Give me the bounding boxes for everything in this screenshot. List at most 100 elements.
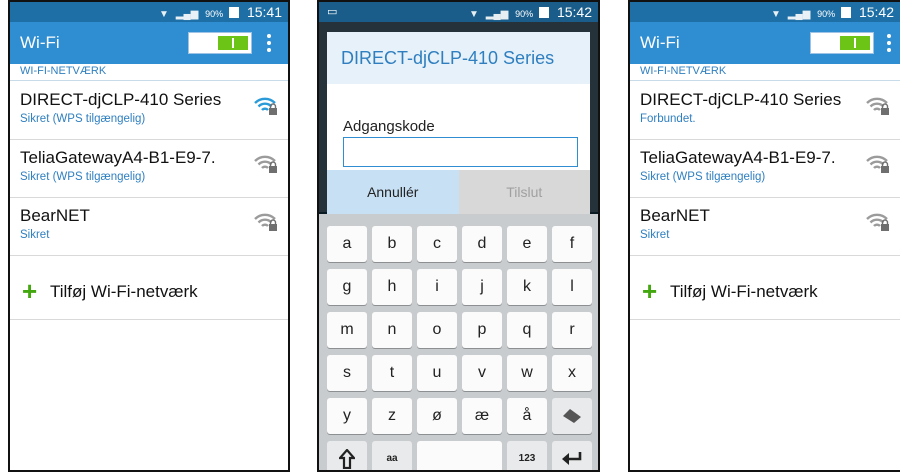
network-name: DIRECT-djCLP-410 Series [640, 90, 842, 109]
wifi-lock-icon [866, 212, 890, 237]
wifi-lock-icon [254, 212, 278, 237]
wifi-toggle[interactable] [188, 32, 252, 54]
key-p[interactable]: p [462, 312, 502, 348]
network-row[interactable]: TeliaGatewayA4-B1-E9-7. Sikret (WPS tilgæ… [630, 140, 900, 198]
key-n[interactable]: n [372, 312, 412, 348]
key-v[interactable]: v [462, 355, 502, 391]
password-label: Adgangskode [343, 118, 435, 135]
network-name: BearNET [640, 206, 710, 225]
key-s[interactable]: s [327, 355, 367, 391]
screen-password-dialog: ▭ ▼ ▂▄▆ 90% 15:42 DIRECT-djCLP-410 Serie… [317, 0, 600, 472]
network-status: Sikret (WPS tilgængelig) [20, 171, 146, 183]
dialog-title: DIRECT-djCLP-410 Series [327, 32, 590, 84]
wifi-lock-icon [254, 96, 278, 121]
status-bar: ▼ ▂▄▆ 90% 15:41 [10, 2, 288, 22]
key-d[interactable]: d [462, 226, 502, 262]
keyboard-row: mnopqr [323, 312, 594, 348]
status-time: 15:41 [246, 4, 282, 20]
notification-icon: ▭ [327, 6, 338, 18]
keyboard-row: ghijkl [323, 269, 594, 305]
add-network-label: Tilføj Wi-Fi-netværk [670, 282, 818, 301]
status-bar: ▼ ▂▄▆ 90% 15:42 [630, 2, 900, 22]
case-key[interactable]: aa [372, 441, 412, 470]
keyboard-row: stuvwx [323, 355, 594, 391]
key-b[interactable]: b [372, 226, 412, 262]
add-network-row[interactable]: + Tilføj Wi-Fi-netværk [10, 267, 288, 320]
keyboard-row: abcdef [323, 226, 594, 262]
signal-status-icon: ▂▄▆ [485, 9, 509, 20]
divider [10, 80, 288, 81]
network-name: DIRECT-djCLP-410 Series [20, 90, 222, 109]
key-w[interactable]: w [507, 355, 547, 391]
key-f[interactable]: f [552, 226, 592, 262]
network-status: Forbundet. [640, 113, 696, 125]
wifi-lock-icon [866, 154, 890, 179]
shift-icon[interactable] [327, 441, 367, 470]
overflow-menu-icon[interactable] [264, 31, 274, 55]
wifi-lock-icon [866, 96, 890, 121]
key-x[interactable]: x [552, 355, 592, 391]
overflow-menu-icon[interactable] [884, 31, 894, 55]
key-e[interactable]: e [507, 226, 547, 262]
key-q[interactable]: q [507, 312, 547, 348]
section-header: WI-FI-NETVÆRK [640, 65, 727, 77]
key-æ[interactable]: æ [462, 398, 502, 434]
add-network-row[interactable]: + Tilføj Wi-Fi-netværk [630, 267, 900, 320]
add-network-label: Tilføj Wi-Fi-netværk [50, 282, 198, 301]
keyboard-row: aa 123 [323, 441, 594, 470]
network-row[interactable]: BearNET Sikret [630, 198, 900, 256]
wifi-toggle[interactable] [810, 32, 874, 54]
cancel-button[interactable]: Annullér [327, 170, 459, 214]
numbers-key[interactable]: 123 [507, 441, 547, 470]
key-a[interactable]: a [327, 226, 367, 262]
section-header: WI-FI-NETVÆRK [20, 65, 107, 77]
network-status: Sikret [20, 229, 50, 241]
battery-icon [539, 7, 550, 18]
keyboard: a b c d e f g h i j k l m n o p q r s t u v w x y z ø æ å aa 123 [319, 214, 598, 470]
key-z[interactable]: z [372, 398, 412, 434]
keyboard-row: yzøæå [323, 398, 594, 434]
battery-icon [229, 7, 240, 18]
network-row[interactable]: TeliaGatewayA4-B1-E9-7. Sikret (WPS tilgæ… [10, 140, 288, 198]
key-o[interactable]: o [417, 312, 457, 348]
key-k[interactable]: k [507, 269, 547, 305]
password-input[interactable] [343, 137, 578, 167]
key-r[interactable]: r [552, 312, 592, 348]
key-h[interactable]: h [372, 269, 412, 305]
wifi-status-icon: ▼ [159, 9, 169, 20]
network-status: Sikret (WPS tilgængelig) [20, 113, 146, 125]
network-status: Sikret [640, 229, 670, 241]
key-u[interactable]: u [417, 355, 457, 391]
page-title: Wi-Fi [640, 33, 680, 52]
space-key[interactable] [417, 441, 502, 470]
network-row[interactable]: DIRECT-djCLP-410 Series Forbundet. [630, 82, 900, 140]
connect-button[interactable]: Tilslut [458, 170, 590, 214]
key-i[interactable]: i [417, 269, 457, 305]
enter-icon[interactable] [552, 441, 592, 470]
network-status: Sikret (WPS tilgængelig) [640, 171, 766, 183]
wifi-status-icon: ▼ [469, 9, 479, 20]
key-g[interactable]: g [327, 269, 367, 305]
network-name: TeliaGatewayA4-B1-E9-7. [20, 148, 216, 167]
network-row[interactable]: BearNET Sikret [10, 198, 288, 256]
network-name: TeliaGatewayA4-B1-E9-7. [640, 148, 836, 167]
battery-percent: 90% [205, 9, 224, 19]
plus-icon: + [642, 276, 658, 306]
backspace-icon[interactable] [552, 398, 592, 434]
key-y[interactable]: y [327, 398, 367, 434]
battery-percent: 90% [817, 9, 836, 19]
signal-status-icon: ▂▄▆ [175, 9, 199, 20]
page-title: Wi-Fi [20, 33, 60, 52]
action-bar: Wi-Fi [10, 22, 288, 64]
plus-icon: + [22, 276, 38, 306]
key-m[interactable]: m [327, 312, 367, 348]
password-dialog: DIRECT-djCLP-410 Series Adgangskode Annu… [327, 32, 590, 214]
key-å[interactable]: å [507, 398, 547, 434]
key-t[interactable]: t [372, 355, 412, 391]
status-bar: ▭ ▼ ▂▄▆ 90% 15:42 [319, 2, 598, 22]
key-ø[interactable]: ø [417, 398, 457, 434]
key-j[interactable]: j [462, 269, 502, 305]
key-c[interactable]: c [417, 226, 457, 262]
key-l[interactable]: l [552, 269, 592, 305]
network-row[interactable]: DIRECT-djCLP-410 Series Sikret (WPS tilgæ… [10, 82, 288, 140]
